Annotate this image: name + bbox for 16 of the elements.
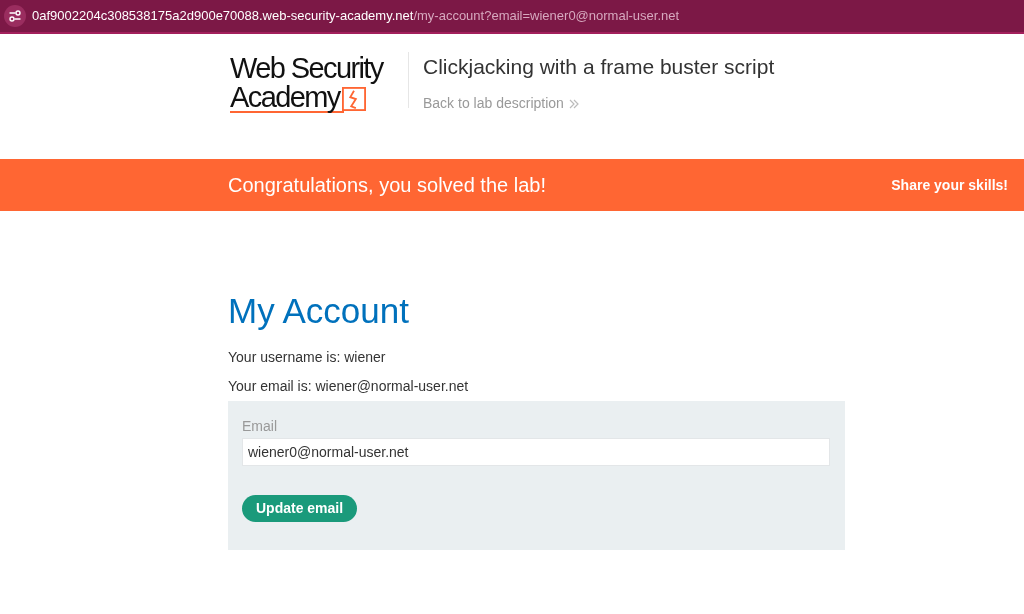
lightning-logo-icon: [341, 87, 366, 111]
banner-message: Congratulations, you solved the lab!: [228, 173, 546, 198]
logo-text: Academy: [230, 83, 344, 113]
logo-text: Web Security: [230, 54, 383, 83]
site-settings-icon[interactable]: [4, 5, 26, 27]
update-email-button[interactable]: Update email: [242, 495, 358, 522]
url-field[interactable]: 0af9002204c308538175a2d900e70088.web-security-academy.net/my-account?email=wiener0@normal-user.net: [32, 6, 680, 26]
lab-title: Clickjacking with a frame buster script: [423, 54, 775, 80]
share-link[interactable]: Share your skills!: [891, 174, 1008, 196]
page-heading: My Account: [228, 291, 409, 331]
email-text: Your email is: wiener@normal-user.net: [228, 377, 469, 396]
back-link[interactable]: Back to lab description: [423, 93, 580, 114]
double-chevron-right-icon: [567, 97, 580, 110]
username-text: Your username is: wiener: [228, 348, 386, 367]
email-label: Email: [242, 417, 277, 436]
email-input[interactable]: wiener0@normal-user.net: [242, 438, 830, 466]
